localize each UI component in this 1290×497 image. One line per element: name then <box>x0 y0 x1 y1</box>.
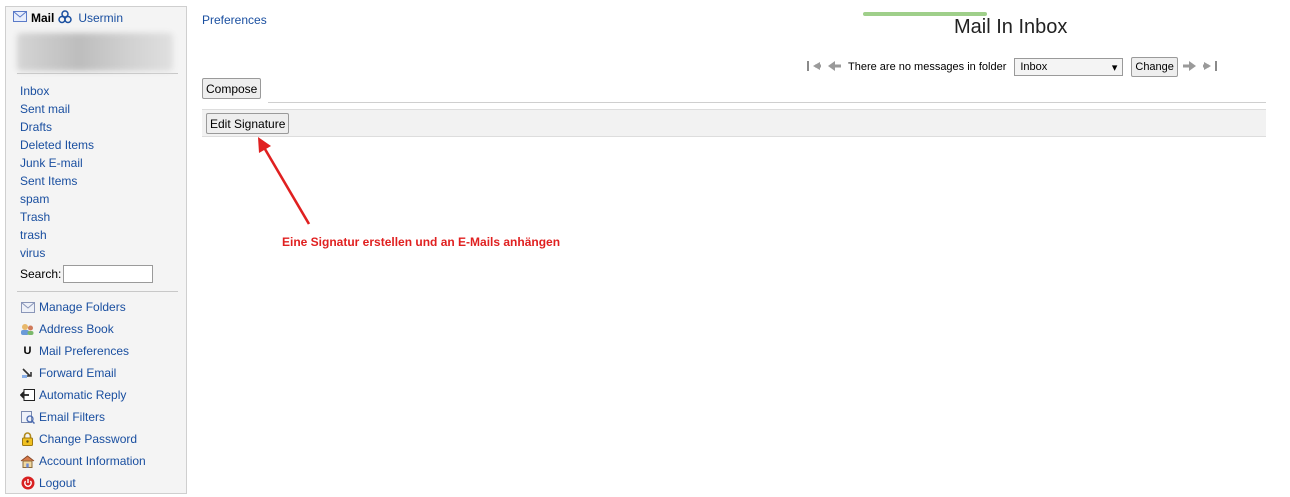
folder-select-value: Inbox <box>1020 61 1048 73</box>
account-information-link[interactable]: Account Information <box>20 450 186 472</box>
address-book-icon <box>20 322 35 336</box>
change-password-link[interactable]: Change Password <box>20 428 186 450</box>
logout-icon <box>20 476 35 490</box>
automatic-reply-label: Automatic Reply <box>39 388 127 402</box>
folder-item-inbox[interactable]: Inbox <box>20 82 186 100</box>
preferences-link[interactable]: Preferences <box>202 13 267 27</box>
divider <box>268 102 1266 103</box>
folder-item-drafts[interactable]: Drafts <box>20 118 186 136</box>
annotation-text: Eine Signatur erstellen und an E-Mails a… <box>282 235 561 249</box>
annotation-arrow <box>258 137 311 225</box>
logout-link[interactable]: Logout <box>20 472 186 494</box>
usermin-icon <box>58 9 73 27</box>
usermin-link[interactable]: Usermin <box>78 11 123 25</box>
sidebar-header: Mail Usermin <box>6 7 186 29</box>
folder-status-text: There are no messages in folder <box>848 61 1007 73</box>
search-label: Search: <box>20 267 62 281</box>
folder-item-spam[interactable]: spam <box>20 190 186 208</box>
preferences-icon: U <box>23 345 32 357</box>
folder-manage-icon <box>20 300 35 314</box>
folder-select[interactable]: Inbox ▾ <box>1014 58 1124 76</box>
page-title: Mail In Inbox <box>954 16 1068 38</box>
address-book-label: Address Book <box>39 322 114 336</box>
app-title: Mail <box>31 11 55 25</box>
manage-folders-label: Manage Folders <box>39 300 126 314</box>
folder-item-sent-mail[interactable]: Sent mail <box>20 100 186 118</box>
user-info-blurred <box>17 33 173 71</box>
next-page-icon[interactable] <box>1182 60 1198 75</box>
lock-icon <box>20 432 35 446</box>
filter-icon <box>20 410 35 424</box>
folder-nav-row: There are no messages in folder Inbox ▾ … <box>806 56 1218 78</box>
mail-preferences-label: Mail Preferences <box>39 344 130 358</box>
mail-icon <box>13 11 27 25</box>
change-button[interactable]: Change <box>1131 57 1178 77</box>
search-row: Search: <box>6 263 186 285</box>
manage-folders-link[interactable]: Manage Folders <box>20 296 186 318</box>
folder-item-deleted-items[interactable]: Deleted Items <box>20 136 186 154</box>
forward-email-link[interactable]: Forward Email <box>20 362 186 384</box>
search-input[interactable] <box>63 265 154 283</box>
folder-item-sent-items[interactable]: Sent Items <box>20 172 186 190</box>
sidebar: Mail Usermin Inbox Sent mail Drafts Dele… <box>5 6 187 494</box>
compose-button[interactable]: Compose <box>202 78 262 99</box>
change-password-label: Change Password <box>39 432 138 446</box>
dropdown-arrow-icon: ▾ <box>1111 61 1118 74</box>
tools-list: Manage Folders Address Book U Mail Prefe… <box>6 296 186 494</box>
mail-preferences-link[interactable]: U Mail Preferences <box>20 340 186 362</box>
account-icon <box>20 454 35 468</box>
logout-label: Logout <box>39 476 76 490</box>
folder-item-virus[interactable]: virus <box>20 244 186 262</box>
folder-item-trash[interactable]: Trash <box>20 208 186 226</box>
email-filters-label: Email Filters <box>39 410 106 424</box>
forward-icon <box>20 366 35 380</box>
folder-item-junk-email[interactable]: Junk E-mail <box>20 154 186 172</box>
address-book-link[interactable]: Address Book <box>20 318 186 340</box>
divider <box>17 73 178 74</box>
automatic-reply-link[interactable]: Automatic Reply <box>20 384 186 406</box>
auto-reply-icon <box>20 388 35 402</box>
previous-page-icon[interactable] <box>826 60 842 75</box>
account-information-label: Account Information <box>39 454 146 468</box>
divider <box>17 291 178 292</box>
first-page-icon[interactable] <box>806 60 822 75</box>
signature-toolbar <box>202 109 1266 137</box>
folder-list: Inbox Sent mail Drafts Deleted Items Jun… <box>6 82 186 262</box>
folder-item-trash-lower[interactable]: trash <box>20 226 186 244</box>
forward-email-label: Forward Email <box>39 366 117 380</box>
last-page-icon[interactable] <box>1202 60 1218 75</box>
email-filters-link[interactable]: Email Filters <box>20 406 186 428</box>
edit-signature-button[interactable]: Edit Signature <box>206 113 290 134</box>
